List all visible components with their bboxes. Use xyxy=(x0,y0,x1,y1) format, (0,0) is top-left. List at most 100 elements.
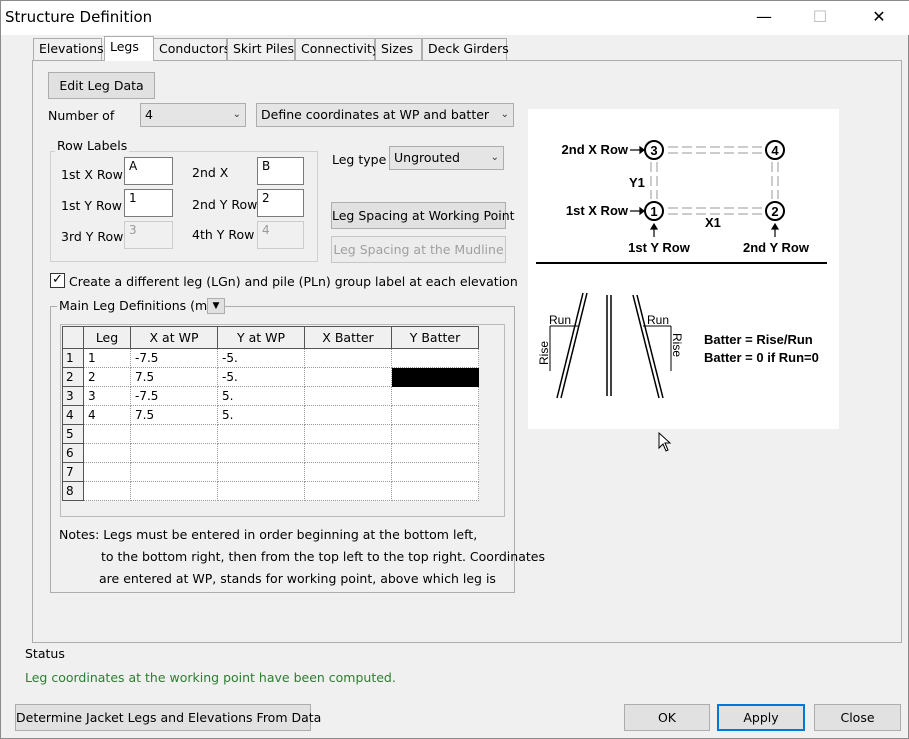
table-cell-yb[interactable] xyxy=(391,462,479,482)
maximize-button[interactable]: ☐ xyxy=(797,1,843,33)
dropdown-arrow-button[interactable]: ▼ xyxy=(207,298,225,314)
table-cell-leg[interactable] xyxy=(83,424,131,444)
row-header[interactable]: 5 xyxy=(62,424,84,444)
table-cell-xb[interactable] xyxy=(304,405,392,425)
table-cell-xb[interactable] xyxy=(304,481,392,501)
column-header[interactable]: X Batter xyxy=(304,326,392,349)
ok-button[interactable]: OK xyxy=(624,704,710,731)
table-cell-y[interactable]: -5. xyxy=(217,367,305,387)
table-row[interactable]: 3 3 -7.5 5. xyxy=(62,386,479,406)
y3-row-input: 3 xyxy=(124,221,173,249)
table-cell-x[interactable]: 7.5 xyxy=(130,405,218,425)
column-header[interactable]: Y at WP xyxy=(217,326,305,349)
table-cell-x[interactable] xyxy=(130,481,218,501)
table-row[interactable]: 6 xyxy=(62,443,479,463)
table-cell-yb[interactable] xyxy=(391,443,479,463)
table-cell-leg[interactable] xyxy=(83,481,131,501)
table-cell-xb[interactable] xyxy=(304,348,392,368)
table-cell-x[interactable]: -7.5 xyxy=(130,348,218,368)
y1-row-input[interactable]: 1 xyxy=(124,189,173,217)
table-cell-xb[interactable] xyxy=(304,443,392,463)
edit-leg-data-button[interactable]: Edit Leg Data xyxy=(48,72,155,99)
table-cell-y[interactable]: 5. xyxy=(217,386,305,406)
table-cell-xb[interactable] xyxy=(304,424,392,444)
tab-conductors[interactable]: Conductors xyxy=(153,38,230,60)
table-cell-yb[interactable] xyxy=(391,348,479,368)
table-cell-yb[interactable] xyxy=(391,367,479,387)
table-row[interactable]: 8 xyxy=(62,481,479,501)
table-row[interactable]: 5 xyxy=(62,424,479,444)
notes-line-3: are entered at WP, stands for working po… xyxy=(99,571,496,586)
table-cell-leg[interactable]: 4 xyxy=(83,405,131,425)
y2-row-label: 2nd Y Row xyxy=(192,197,258,212)
tab-connectivity[interactable]: Connectivity xyxy=(295,38,379,60)
table-row[interactable]: 7 xyxy=(62,462,479,482)
row-header[interactable]: 4 xyxy=(62,405,84,425)
table-cell-leg[interactable]: 2 xyxy=(83,367,131,387)
table-cell-yb[interactable] xyxy=(391,405,479,425)
apply-button[interactable]: Apply xyxy=(717,704,805,731)
table-cell-xb[interactable] xyxy=(304,367,392,387)
row-header[interactable]: 8 xyxy=(62,481,84,501)
table-cell-x[interactable]: -7.5 xyxy=(130,386,218,406)
title-bar: Structure Definition — ☐ ✕ xyxy=(1,1,909,35)
table-cell-x[interactable] xyxy=(130,462,218,482)
create-label-checkbox[interactable]: ✓ xyxy=(50,273,65,288)
x1-dimension-label: X1 xyxy=(705,215,721,230)
x1-row-input[interactable]: A xyxy=(124,157,173,185)
create-label-checkbox-label: Create a different leg (LGn) and pile (P… xyxy=(69,274,518,289)
tab-sizes[interactable]: Sizes xyxy=(375,38,422,60)
table-cell-x[interactable]: 7.5 xyxy=(130,367,218,387)
table-row[interactable]: 2 2 7.5 -5. xyxy=(62,367,479,387)
table-row[interactable]: 1 1 -7.5 -5. xyxy=(62,348,479,368)
tab-deck-girders[interactable]: Deck Girders xyxy=(422,38,509,60)
table-cell-y[interactable]: -5. xyxy=(217,348,305,368)
leg-type-value: Ungrouted xyxy=(394,150,460,165)
run-label-right: Run xyxy=(647,313,669,327)
define-mode-select[interactable]: Define coordinates at WP and batter ⌄ xyxy=(256,103,514,127)
tab-skirt-piles[interactable]: Skirt Piles xyxy=(227,38,295,60)
row-header[interactable]: 3 xyxy=(62,386,84,406)
tab-legs[interactable]: Legs xyxy=(104,36,154,61)
status-message: Leg coordinates at the working point hav… xyxy=(25,670,396,685)
table-cell-x[interactable] xyxy=(130,424,218,444)
table-cell-leg[interactable]: 1 xyxy=(83,348,131,368)
determine-jacket-legs-button[interactable]: Determine Jacket Legs and Elevations Fro… xyxy=(15,704,321,731)
column-header[interactable]: Y Batter xyxy=(391,326,479,349)
row-header[interactable]: 2 xyxy=(62,367,84,387)
rise-label-left: Rise xyxy=(537,341,551,365)
table-cell-yb[interactable] xyxy=(391,386,479,406)
tab-elevations[interactable]: Elevations xyxy=(33,38,104,60)
column-header[interactable]: X at WP xyxy=(130,326,218,349)
x2-row-input[interactable]: B xyxy=(257,157,304,185)
table-cell-y[interactable] xyxy=(217,424,305,444)
table-cell-leg[interactable]: 3 xyxy=(83,386,131,406)
table-cell-xb[interactable] xyxy=(304,386,392,406)
leg-node-4-label: 4 xyxy=(771,143,779,158)
minimize-button[interactable]: — xyxy=(741,1,787,33)
row-header[interactable]: 7 xyxy=(62,462,84,482)
table-cell-y[interactable] xyxy=(217,481,305,501)
table-cell-y[interactable] xyxy=(217,443,305,463)
table-cell-y[interactable] xyxy=(217,462,305,482)
row-header[interactable]: 1 xyxy=(62,348,84,368)
close-window-button[interactable]: ✕ xyxy=(856,1,902,33)
table-row[interactable]: 4 4 7.5 5. xyxy=(62,405,479,425)
table-cell-y[interactable]: 5. xyxy=(217,405,305,425)
row-header[interactable]: 6 xyxy=(62,443,84,463)
leg-spacing-wp-button[interactable]: Leg Spacing at Working Point xyxy=(331,202,515,229)
table-cell-yb[interactable] xyxy=(391,424,479,444)
batter-formula: Batter = Rise/Run xyxy=(704,332,813,347)
table-cell-xb[interactable] xyxy=(304,462,392,482)
leg-layout-diagram: 3 4 1 2 2nd X Row 1st X Row Y1 X1 1st Y … xyxy=(528,109,839,429)
column-header[interactable]: Leg xyxy=(83,326,131,349)
table-cell-x[interactable] xyxy=(130,443,218,463)
y2-row-input[interactable]: 2 xyxy=(257,189,304,217)
table-cell-leg[interactable] xyxy=(83,443,131,463)
table-cell-yb[interactable] xyxy=(391,481,479,501)
leg-type-select[interactable]: Ungrouted ⌄ xyxy=(389,146,504,170)
close-button[interactable]: Close xyxy=(814,704,901,731)
x2-row-caption: 2nd X Row xyxy=(562,142,629,157)
number-of-legs-select[interactable]: 4 ⌄ xyxy=(140,103,246,127)
table-cell-leg[interactable] xyxy=(83,462,131,482)
